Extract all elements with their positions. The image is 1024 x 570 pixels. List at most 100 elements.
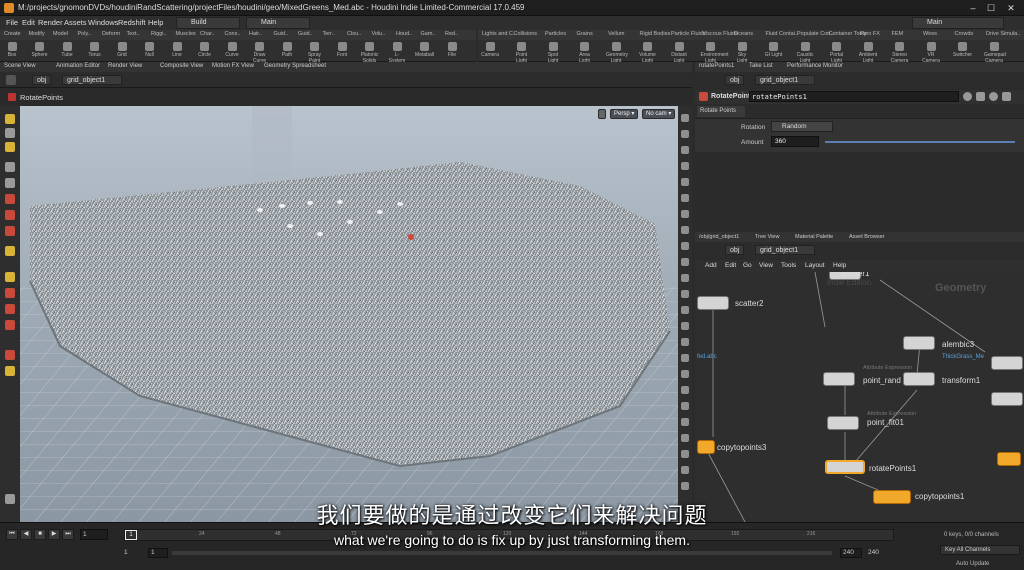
search-icon[interactable] xyxy=(989,92,998,101)
shelf-tab[interactable]: FEM xyxy=(892,31,904,37)
shelf-tool-button[interactable]: Box xyxy=(2,42,22,58)
range-end[interactable]: 240 xyxy=(868,549,879,556)
pane-tab[interactable]: Render View xyxy=(108,63,142,69)
shelf-tab[interactable]: Crowds xyxy=(955,31,974,37)
lock-tool-icon[interactable] xyxy=(5,178,15,188)
display-option-icon[interactable] xyxy=(681,386,689,394)
camera-lock-icon[interactable] xyxy=(598,109,606,119)
desktop-main-right-dropdown[interactable]: Main xyxy=(912,17,1004,29)
snap-grid-icon[interactable] xyxy=(5,246,15,256)
node-point-rand[interactable] xyxy=(823,372,855,386)
tab-rotatepoints1[interactable]: rotatePoints1 xyxy=(699,63,734,69)
snap-point-icon[interactable] xyxy=(5,272,15,282)
shelf-tab[interactable]: Vellum xyxy=(608,31,625,37)
shelf-tool-button[interactable]: Tube xyxy=(57,42,77,58)
shelf-tab[interactable]: Model xyxy=(53,31,68,37)
shelf-tab[interactable]: Modify xyxy=(29,31,45,37)
node-right-b[interactable] xyxy=(991,392,1023,406)
display-option-icon[interactable] xyxy=(681,322,689,330)
node-scatter2[interactable] xyxy=(697,296,729,310)
display-option-icon[interactable] xyxy=(681,114,689,122)
minimize-button[interactable]: – xyxy=(966,2,980,14)
node-name-field[interactable]: rotatePoints1 xyxy=(749,91,959,102)
display-option-icon[interactable] xyxy=(681,370,689,378)
pane-tab[interactable]: Geometry Spreadsheet xyxy=(264,63,326,69)
rotate-tool-icon[interactable] xyxy=(5,210,15,220)
tab-network[interactable]: /obj/grid_object1 xyxy=(699,234,739,240)
desktop-build-dropdown[interactable]: Build xyxy=(176,17,240,29)
shelf-tool-button[interactable]: Volume Light xyxy=(638,42,658,64)
node-alembic3[interactable] xyxy=(903,336,935,350)
shelf-tool-button[interactable]: Null xyxy=(140,42,160,58)
shelf-tab[interactable]: Create xyxy=(4,31,21,37)
display-option-icon[interactable] xyxy=(681,258,689,266)
handle-gizmo[interactable] xyxy=(408,234,414,240)
camera-menu[interactable]: No cam ▾ xyxy=(642,109,676,119)
display-option-icon[interactable] xyxy=(681,482,689,490)
back-arrow-icon[interactable] xyxy=(6,75,16,85)
shelf-tab[interactable]: Muscles xyxy=(176,31,196,37)
shelf-tool-button[interactable]: Spot Light xyxy=(543,42,563,64)
display-option-icon[interactable] xyxy=(681,194,689,202)
pointer-tool-icon[interactable] xyxy=(5,162,15,172)
range-start[interactable]: 1 xyxy=(124,549,128,556)
menu-render[interactable]: Render xyxy=(38,18,63,27)
persp-menu[interactable]: Persp ▾ xyxy=(610,109,639,119)
net-path-node[interactable]: grid_object1 xyxy=(755,245,815,255)
display-option-icon[interactable] xyxy=(681,290,689,298)
net-path-obj[interactable]: obj xyxy=(725,245,745,255)
display-option-icon[interactable] xyxy=(681,418,689,426)
shelf-tool-button[interactable]: Curve xyxy=(222,42,242,58)
display-option-icon[interactable] xyxy=(681,466,689,474)
shelf-tab[interactable]: Particles xyxy=(545,31,566,37)
range-start-field[interactable]: 1 xyxy=(148,548,168,558)
tab-take-list[interactable]: Take List xyxy=(749,63,773,69)
shelf-tool-button[interactable]: Draw Curve xyxy=(250,42,270,64)
shelf-tab[interactable]: Volu.. xyxy=(372,31,386,37)
shelf-tool-button[interactable]: VR Camera xyxy=(921,42,941,64)
amount-slider[interactable] xyxy=(825,141,1015,143)
shelf-tab[interactable]: Guid.. xyxy=(298,31,313,37)
shelf-tab[interactable]: Viscous Fluids xyxy=(703,31,738,37)
shelf-tool-button[interactable]: Environment Light xyxy=(701,42,729,64)
display-option-icon[interactable] xyxy=(681,306,689,314)
net-menu-go[interactable]: Go xyxy=(743,262,752,269)
path-node[interactable]: grid_object1 xyxy=(62,75,122,85)
shelf-tool-button[interactable]: Ambient Light xyxy=(858,42,878,64)
shelf-tab[interactable]: Drive Simula.. xyxy=(986,31,1020,37)
shelf-tool-button[interactable]: File xyxy=(442,42,462,58)
net-menu-view[interactable]: View xyxy=(759,262,773,269)
shelf-tool-button[interactable]: Circle xyxy=(195,42,215,58)
display-option-icon[interactable] xyxy=(681,338,689,346)
amount-field[interactable]: 360 xyxy=(771,136,819,147)
display-option-icon[interactable] xyxy=(681,162,689,170)
shelf-tab[interactable]: Text.. xyxy=(127,31,140,37)
magnet-icon[interactable] xyxy=(5,320,15,330)
menu-file[interactable]: File xyxy=(6,18,18,27)
menu-help[interactable]: Help xyxy=(148,18,163,27)
display-option-icon[interactable] xyxy=(681,146,689,154)
shelf-tab[interactable]: Pyro FX xyxy=(860,31,880,37)
display-option-icon[interactable] xyxy=(681,354,689,362)
range-slider[interactable] xyxy=(172,551,832,555)
shelf-tab[interactable]: Lights and C.. xyxy=(482,31,516,37)
snap-curve-icon[interactable] xyxy=(5,288,15,298)
info-icon[interactable] xyxy=(1002,92,1011,101)
shelf-tool-button[interactable]: Portal Light xyxy=(827,42,847,64)
tab-asset-browser[interactable]: Asset Browser xyxy=(849,234,884,240)
shelf-tab[interactable]: Rigid Bodies xyxy=(640,31,671,37)
shelf-tab[interactable]: Wires xyxy=(923,31,937,37)
snap-prim-icon[interactable] xyxy=(5,304,15,314)
view-tool-icon[interactable] xyxy=(5,128,15,138)
section-tab[interactable]: Rotate Points xyxy=(697,106,745,117)
pane-tab[interactable]: Scene View xyxy=(4,63,36,69)
menu-windows[interactable]: Windows xyxy=(88,18,118,27)
shelf-tool-button[interactable]: Grid xyxy=(112,42,132,58)
shelf-tab[interactable]: Collisions xyxy=(514,31,538,37)
shelf-tool-button[interactable]: Path xyxy=(277,42,297,58)
select-tool-icon[interactable] xyxy=(5,114,15,124)
shelf-tab[interactable]: Houd.. xyxy=(396,31,412,37)
shelf-tool-button[interactable]: Geometry Light xyxy=(606,42,628,64)
path-obj[interactable]: obj xyxy=(32,75,52,85)
menu-edit[interactable]: Edit xyxy=(22,18,35,27)
